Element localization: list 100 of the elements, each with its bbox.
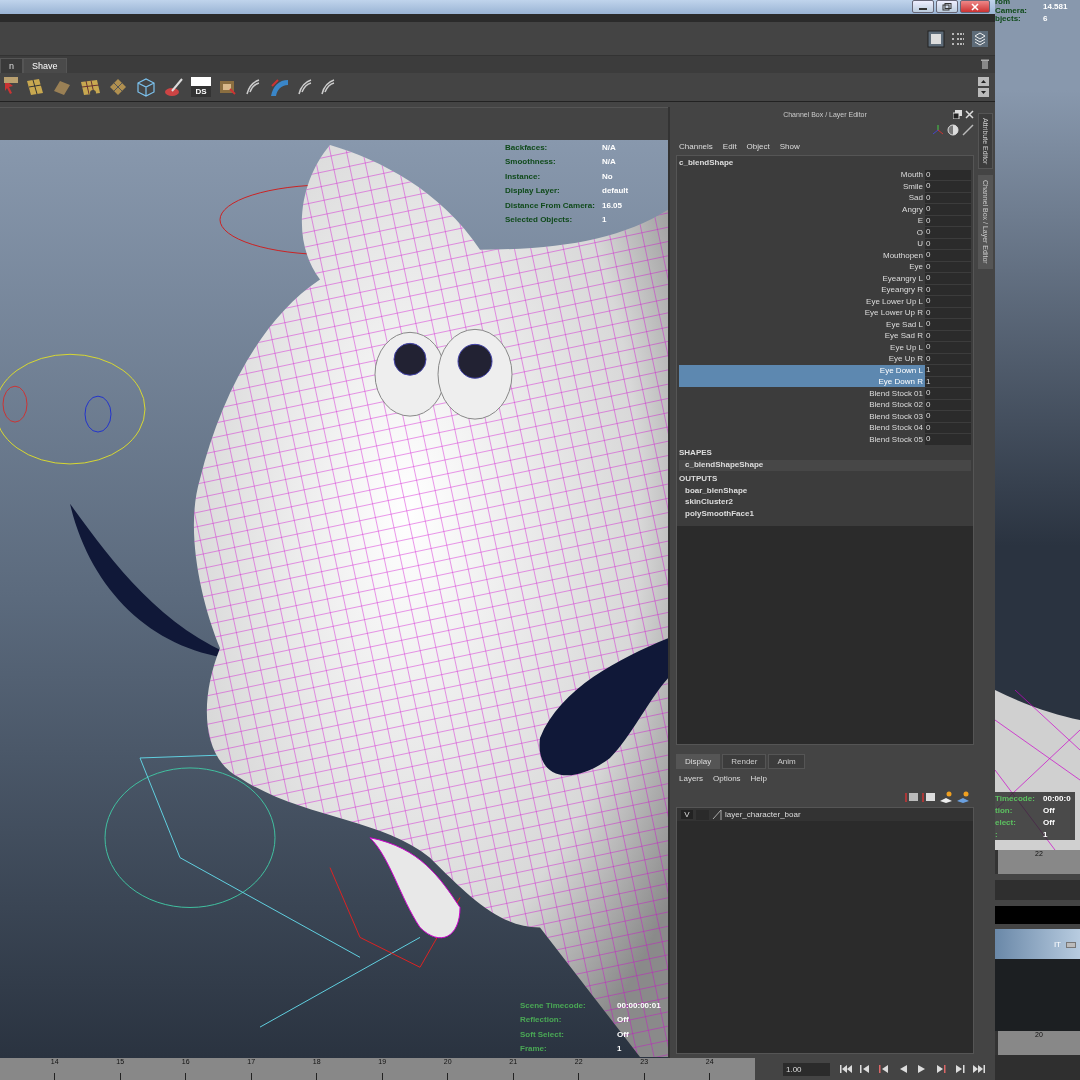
scroll-up-icon[interactable] (978, 77, 989, 86)
channel-name[interactable]: Angry (679, 203, 925, 215)
close-icon[interactable] (965, 110, 974, 119)
channel-value-field[interactable]: 0 (925, 250, 971, 261)
trash-icon[interactable] (981, 59, 989, 70)
arc-icon[interactable] (268, 76, 290, 98)
menu-item[interactable]: Options (713, 773, 741, 783)
channel-name[interactable]: Blend Stock 03 (679, 410, 925, 422)
cube-wireframe-icon[interactable] (135, 76, 157, 98)
channel-value-field[interactable]: 0 (925, 434, 971, 445)
close-button[interactable] (960, 0, 990, 13)
scroll-down-icon[interactable] (978, 88, 989, 97)
step-forward-icon[interactable] (934, 1063, 948, 1075)
restore-button[interactable] (936, 0, 958, 13)
channel-name[interactable]: Eye Lower Up L (679, 295, 925, 307)
brush-icon[interactable] (164, 77, 184, 97)
layer-name[interactable]: layer_character_boar (725, 810, 801, 819)
shelf-tab[interactable]: Shave (23, 58, 67, 73)
channel-name[interactable]: Eye Lower Up R (679, 307, 925, 319)
channel-name[interactable]: Eye Down L (679, 364, 925, 376)
stack-icon[interactable] (971, 29, 989, 48)
layer-stack-icon[interactable] (905, 791, 919, 803)
channel-value-field[interactable]: 0 (925, 399, 971, 410)
channel-value-field[interactable]: 0 (925, 181, 971, 192)
current-time-field[interactable]: 1.00 (783, 1062, 830, 1076)
output-node-item[interactable]: boar_blenShape (679, 485, 971, 497)
channel-name[interactable]: Eye Sad L (679, 318, 925, 330)
channel-value-field[interactable]: 0 (925, 330, 971, 341)
channel-value-field[interactable]: 0 (925, 284, 971, 295)
channel-value-field[interactable]: 0 (925, 204, 971, 215)
channel-name[interactable]: Mouth (679, 169, 925, 181)
layer-editor-tab[interactable]: Anim (768, 754, 805, 769)
menu-item[interactable]: Channels (679, 141, 713, 151)
channel-value-field[interactable]: 0 (925, 238, 971, 249)
channel-name[interactable]: Eyeangry R (679, 284, 925, 296)
channel-value-field[interactable]: 0 (925, 353, 971, 364)
layer-type-toggle[interactable] (696, 809, 709, 820)
channel-name[interactable]: Eye Down R (679, 376, 925, 388)
channel-value-field[interactable]: 0 (925, 411, 971, 422)
cursor-icon[interactable] (4, 77, 18, 97)
new-layer-icon[interactable] (939, 791, 953, 803)
channel-value-field[interactable]: 0 (925, 319, 971, 330)
shape-node-item[interactable]: c_blendShapeShape (679, 459, 971, 471)
menu-item[interactable]: Layers (679, 773, 703, 783)
curve-icon[interactable] (320, 78, 336, 96)
channel-name[interactable]: Blend Stock 05 (679, 433, 925, 445)
channel-name[interactable]: Smile (679, 180, 925, 192)
channel-value-field[interactable]: 0 (925, 261, 971, 272)
channel-value-field[interactable]: 0 (925, 215, 971, 226)
ds-tool-icon[interactable]: DS (191, 77, 211, 97)
channel-name[interactable]: Eye (679, 261, 925, 273)
output-node-item[interactable]: skinCluster2 (679, 497, 971, 509)
layer-editor-tab[interactable]: Display (676, 754, 721, 769)
layer-stack-icon[interactable] (922, 791, 936, 803)
channel-name[interactable]: Mouthopen (679, 249, 925, 261)
node-name[interactable]: c_blendShape (679, 158, 971, 169)
channel-value-field[interactable]: 0 (925, 192, 971, 203)
channel-name[interactable]: Sad (679, 192, 925, 204)
menu-item[interactable]: Object (746, 141, 770, 151)
channel-name[interactable]: Blend Stock 04 (679, 422, 925, 434)
visibility-toggle[interactable]: V (681, 810, 693, 819)
channel-value-field[interactable]: 1 (925, 365, 971, 376)
output-node-item[interactable]: polySmoothFace1 (679, 508, 971, 520)
channel-name[interactable]: E (679, 215, 925, 227)
channel-name[interactable]: Blend Stock 01 (679, 387, 925, 399)
step-back-icon[interactable] (858, 1063, 872, 1075)
menu-item[interactable]: Help (750, 773, 768, 783)
channel-value-field[interactable]: 0 (925, 227, 971, 238)
channel-value-field[interactable]: 0 (925, 169, 971, 180)
grid-icon[interactable] (25, 77, 45, 97)
minimize-button[interactable] (912, 0, 934, 13)
channel-name[interactable]: Eye Up L (679, 341, 925, 353)
new-layer-icon[interactable] (956, 791, 970, 803)
float-icon[interactable] (953, 110, 962, 119)
channel-value-field[interactable]: 0 (925, 342, 971, 353)
step-back-icon[interactable] (839, 1063, 853, 1075)
channel-value-field[interactable]: 1 (925, 376, 971, 387)
channel-value-field[interactable]: 0 (925, 307, 971, 318)
grid-icon[interactable] (108, 77, 128, 97)
channel-value-field[interactable]: 0 (925, 422, 971, 433)
channel-value-field[interactable]: 0 (925, 273, 971, 284)
curve-icon[interactable] (245, 78, 261, 96)
panel-layout-icon[interactable] (927, 29, 945, 48)
channel-value-field[interactable]: 0 (925, 296, 971, 307)
channel-name[interactable]: U (679, 238, 925, 250)
channel-name[interactable]: Blend Stock 02 (679, 399, 925, 411)
layer-editor-tab[interactable]: Render (722, 754, 767, 769)
step-forward-icon[interactable] (953, 1063, 967, 1075)
step-back-icon[interactable] (877, 1063, 891, 1075)
channel-name[interactable]: O (679, 226, 925, 238)
channel-value-field[interactable]: 0 (925, 388, 971, 399)
shelf-tab[interactable]: n (0, 58, 23, 73)
menu-item[interactable]: Show (779, 141, 800, 151)
step-forward-icon[interactable] (972, 1063, 986, 1075)
grid-icon[interactable] (79, 77, 101, 97)
channel-name[interactable]: Eye Up R (679, 353, 925, 365)
channel-name[interactable]: Eye Sad R (679, 330, 925, 342)
channel-name[interactable]: Eyeangry L (679, 272, 925, 284)
curve-icon[interactable] (297, 78, 313, 96)
3d-viewport[interactable]: Backfaces: N/A Smoothness: N/A Instance: No Display Layer: default Distance From Camera: 16.05 Selected Objects: 1 Scene Timecode: 00:00:00:01 Reflection: Off Soft Select: Off Frame: 1 (0, 140, 668, 1058)
